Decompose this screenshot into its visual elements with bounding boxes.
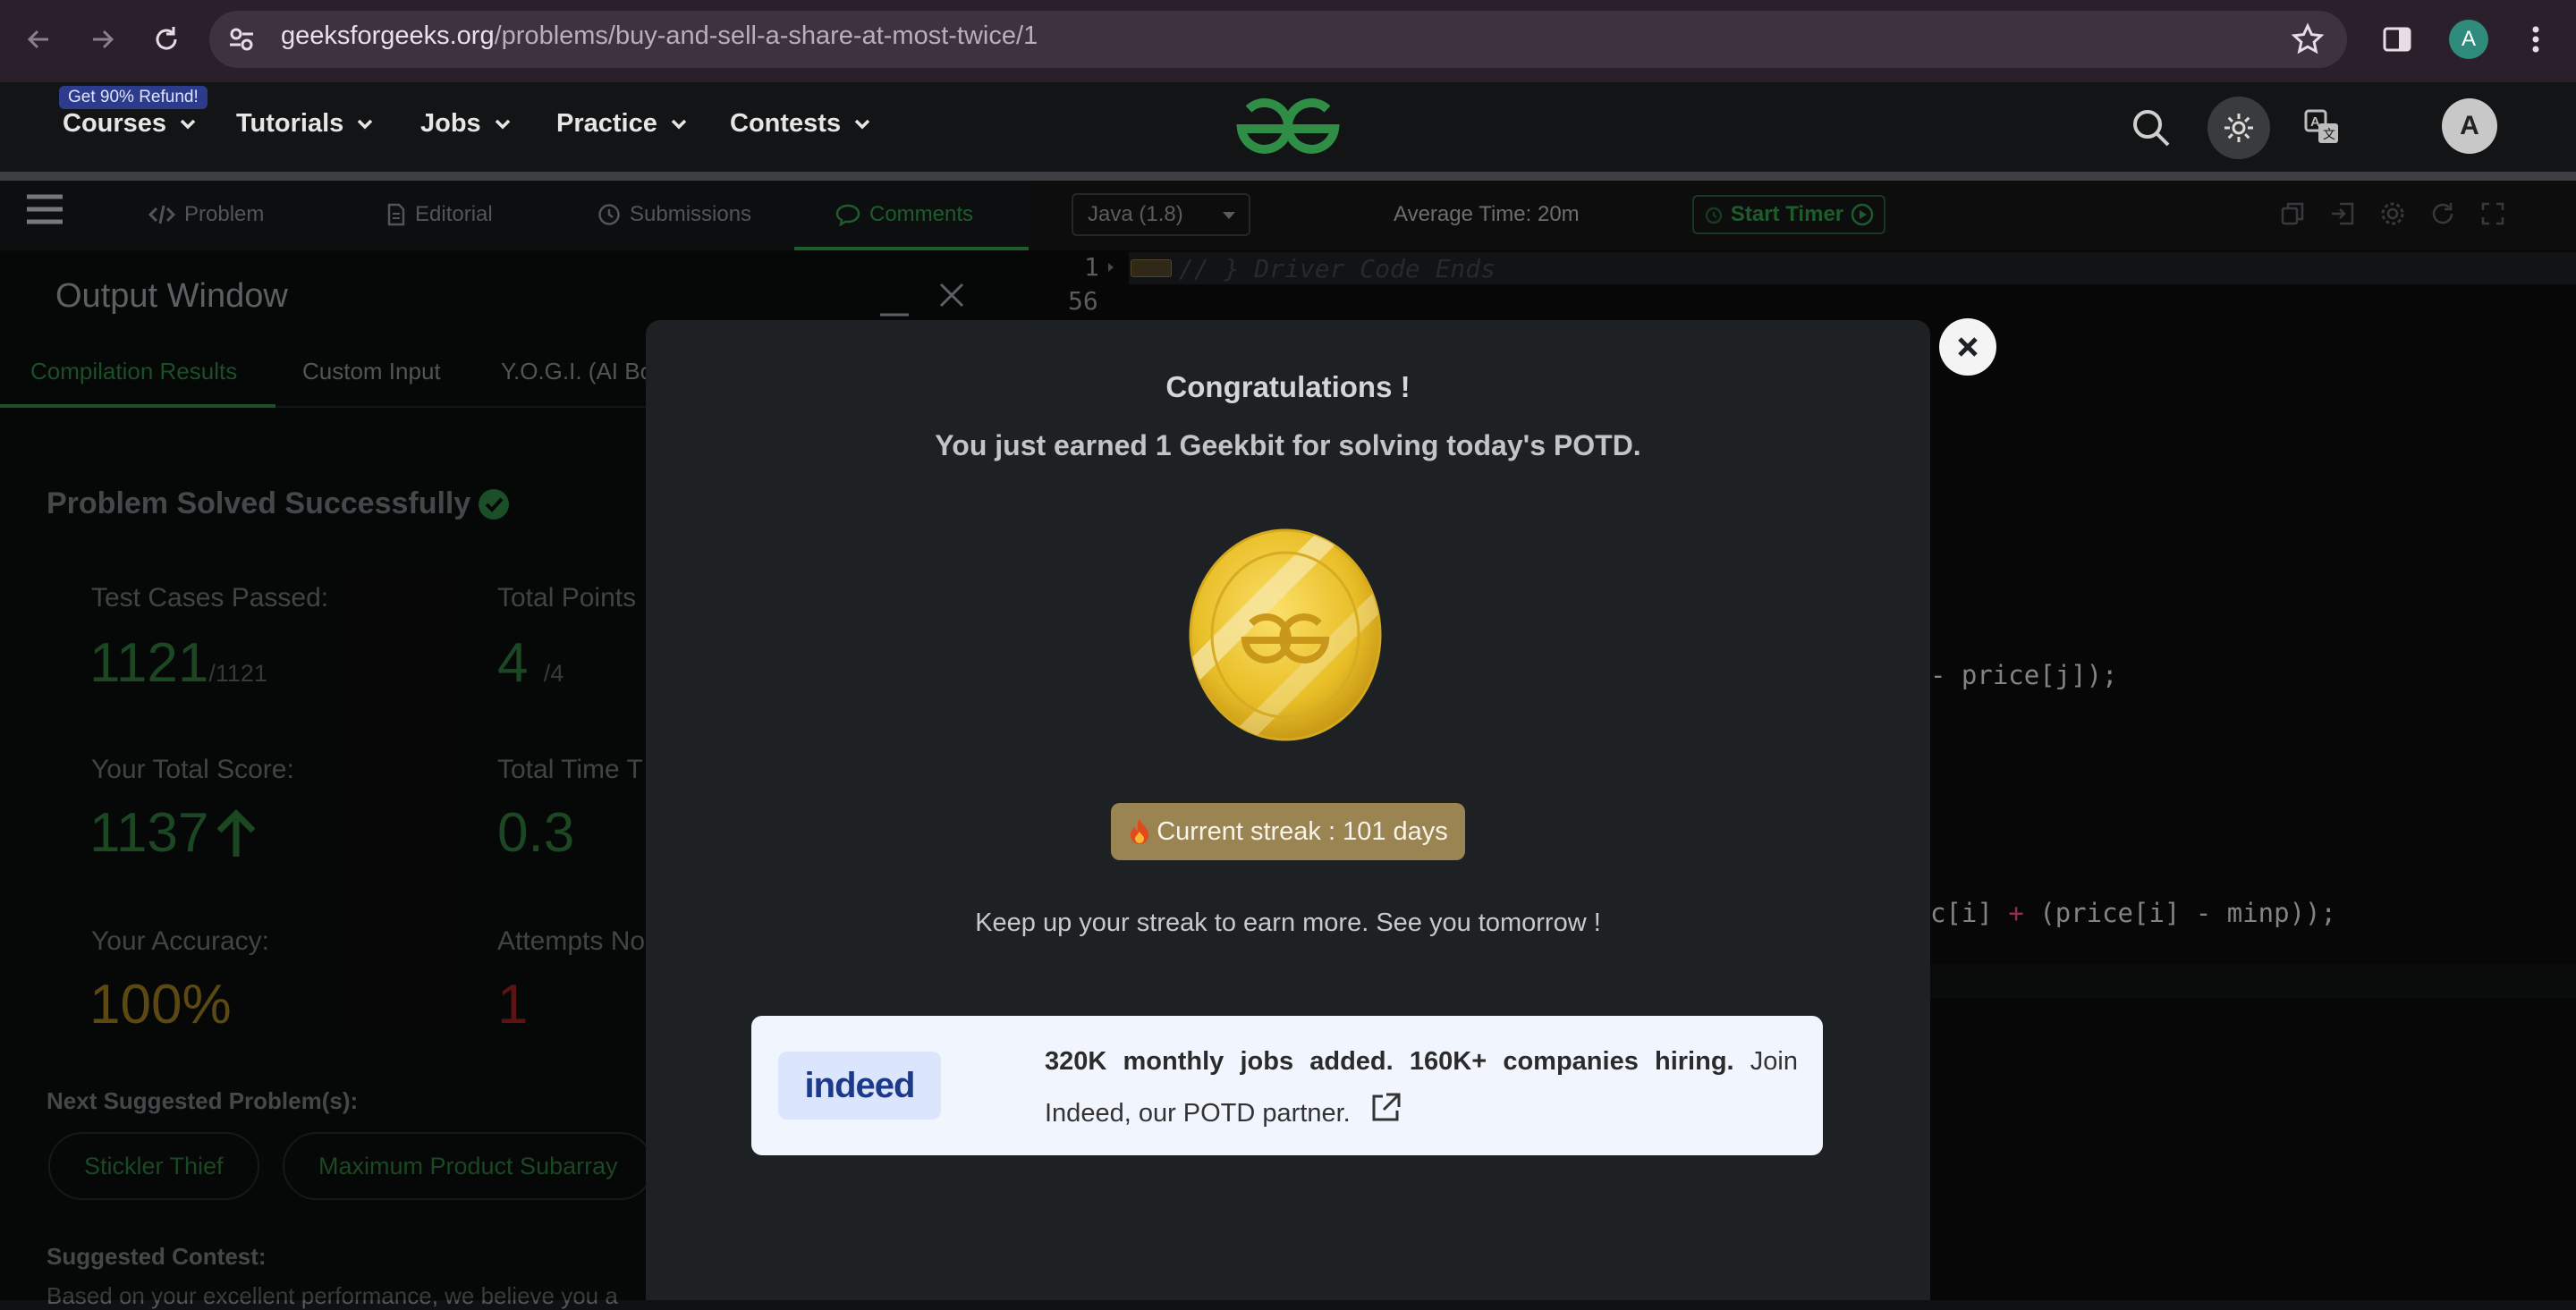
- chevron-down-icon: [495, 119, 510, 129]
- nav-practice[interactable]: Practice: [556, 109, 690, 139]
- forward-icon[interactable]: [84, 21, 120, 57]
- profile-avatar[interactable]: A: [2449, 20, 2488, 59]
- ad-highlight: 320K monthly jobs added. 160K+ companies…: [1045, 1047, 1734, 1076]
- url-host: geeksforgeeks.org: [281, 21, 495, 50]
- url-text[interactable]: geeksforgeeks.org/problems/buy-and-sell-…: [281, 21, 1038, 51]
- close-icon: [1958, 337, 1978, 357]
- svg-text:文: 文: [2323, 128, 2335, 142]
- svg-text:A: A: [2310, 114, 2320, 130]
- back-icon[interactable]: [21, 21, 57, 57]
- reload-icon[interactable]: [148, 21, 184, 57]
- url-path: /problems/buy-and-sell-a-share-at-most-t…: [494, 21, 1038, 50]
- search-icon[interactable]: [2131, 107, 2172, 148]
- nav-courses-label: Courses: [63, 109, 167, 138]
- indeed-ad-text: 320K monthly jobs added. 160K+ companies…: [1045, 1035, 1798, 1139]
- chevron-down-icon: [671, 119, 687, 129]
- chevron-down-icon: [854, 119, 870, 129]
- indeed-logo[interactable]: indeed: [778, 1052, 941, 1120]
- current-streak-badge: Current streak : 101 days: [1111, 803, 1465, 860]
- nav-tutorials[interactable]: Tutorials: [236, 109, 376, 139]
- nav-jobs-label: Jobs: [420, 109, 481, 138]
- user-avatar[interactable]: A: [2442, 98, 2497, 154]
- chevron-down-icon: [358, 119, 373, 129]
- indeed-logo-text: indeed: [804, 1065, 916, 1105]
- translate-icon[interactable]: A文: [2302, 107, 2342, 147]
- nav-practice-label: Practice: [556, 109, 657, 138]
- sun-icon: [2224, 114, 2253, 142]
- nav-jobs[interactable]: Jobs: [420, 109, 513, 139]
- geekbit-earned-text: You just earned 1 Geekbit for solving to…: [935, 429, 1641, 461]
- nav-divider: [0, 172, 2576, 181]
- nav-courses[interactable]: Courses: [63, 109, 199, 139]
- theme-toggle-button[interactable]: [2207, 97, 2270, 159]
- browser-menu-icon[interactable]: [2522, 21, 2549, 57]
- chevron-down-icon: [180, 119, 196, 129]
- modal-close-button[interactable]: [1939, 318, 1996, 376]
- streak-text: Current streak : 101 days: [1157, 816, 1448, 846]
- refund-badge: Get 90% Refund!: [59, 86, 208, 109]
- side-panel-icon[interactable]: [2379, 21, 2415, 57]
- geekbit-coin-icon: [1188, 528, 1383, 742]
- bookmark-star-icon[interactable]: [2290, 21, 2326, 57]
- keep-up-text: Keep up your streak to earn more. See yo…: [975, 909, 1601, 937]
- modal-title: Congratulations !: [1165, 370, 1411, 403]
- gfg-logo-icon[interactable]: [1233, 93, 1343, 161]
- fire-icon: [1131, 819, 1149, 844]
- nav-tutorials-label: Tutorials: [236, 109, 344, 138]
- site-settings-icon[interactable]: [225, 23, 258, 55]
- external-link-icon[interactable]: [1368, 1091, 1402, 1125]
- nav-contests[interactable]: Contests: [730, 109, 873, 139]
- nav-contests-label: Contests: [730, 109, 842, 138]
